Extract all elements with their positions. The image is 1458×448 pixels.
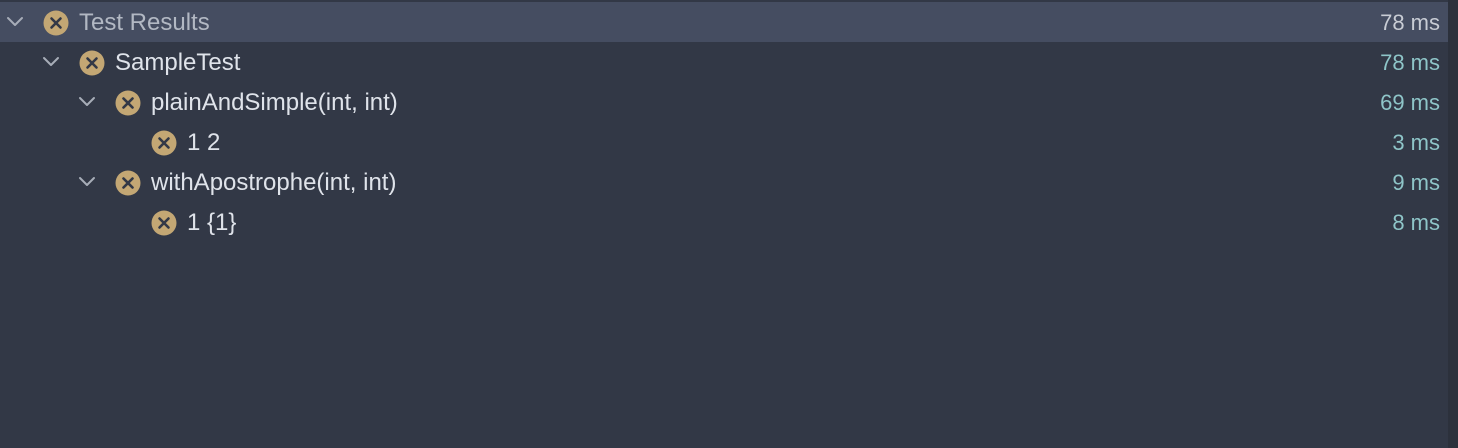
tree-row-test-results[interactable]: Test Results 78 ms (0, 2, 1448, 42)
tree-row-withapostrophe[interactable]: withApostrophe(int, int) 9 ms (0, 162, 1448, 202)
chevron-down-icon[interactable] (40, 51, 62, 73)
tree-row-duration: 78 ms (1380, 10, 1440, 35)
tree-row-duration: 69 ms (1380, 90, 1440, 115)
tree-row-label: SampleTest (115, 49, 241, 76)
chevron-down-icon[interactable] (76, 171, 98, 193)
tree-row-plainandsimple[interactable]: plainAndSimple(int, int) 69 ms (0, 82, 1448, 122)
failed-icon (43, 10, 69, 36)
tree-row-label: 1 2 (187, 129, 221, 156)
failed-icon (79, 50, 105, 76)
failed-icon (115, 170, 141, 196)
tree-row-duration: 3 ms (1392, 130, 1440, 155)
failed-icon (151, 210, 177, 236)
panel-right-border (1448, 0, 1458, 448)
tree-row-label: withApostrophe(int, int) (151, 169, 397, 196)
test-results-tree: Test Results 78 ms SampleTest 78 ms plai… (0, 0, 1458, 448)
chevron-down-icon[interactable] (76, 91, 98, 113)
chevron-down-icon[interactable] (4, 11, 26, 33)
failed-icon (115, 90, 141, 116)
tree-row-duration: 9 ms (1392, 170, 1440, 195)
tree-row-test-case[interactable]: 1 {1} 8 ms (0, 202, 1448, 242)
tree-row-duration: 78 ms (1380, 50, 1440, 75)
tree-row-label: Test Results (79, 9, 210, 36)
tree-row-duration: 8 ms (1392, 210, 1440, 235)
tree-row-label: plainAndSimple(int, int) (151, 89, 398, 116)
tree-row-sampletest[interactable]: SampleTest 78 ms (0, 42, 1448, 82)
tree-row-label: 1 {1} (187, 209, 237, 236)
tree-row-test-case[interactable]: 1 2 3 ms (0, 122, 1448, 162)
failed-icon (151, 130, 177, 156)
